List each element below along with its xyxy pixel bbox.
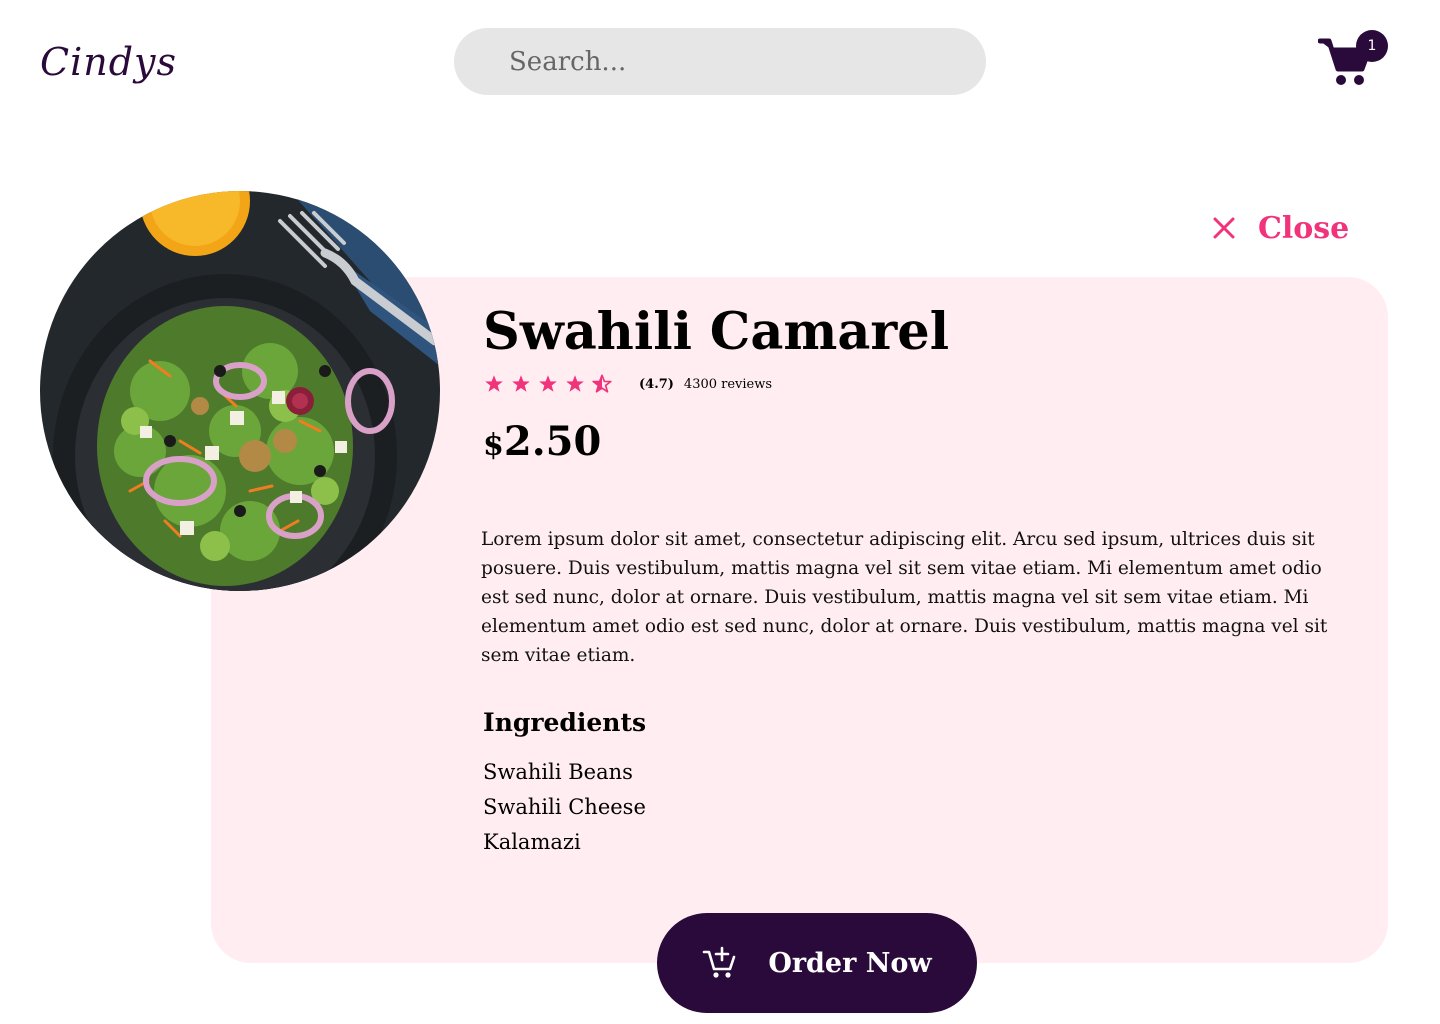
ingredient-item: Swahili Beans [483,760,633,784]
currency-symbol: $ [483,428,504,463]
review-count: 4300 reviews [683,376,773,392]
logo[interactable]: Cindys [40,40,177,84]
close-label: Close [1258,210,1350,246]
star-icon [566,375,584,392]
close-button[interactable]: Close [1212,208,1349,248]
star-icon [539,375,557,392]
search-input[interactable] [454,28,986,95]
add-to-cart-icon [703,946,736,978]
product-rating: (4.7) 4300 reviews [483,373,772,395]
cart-button[interactable]: 1 [1318,30,1390,90]
star-icon [512,375,530,392]
product-price: $2.50 [483,418,601,465]
price-value: 2.50 [503,418,602,465]
close-icon [1213,217,1235,239]
ingredients-heading: Ingredients [483,708,647,737]
star-rating [483,373,613,395]
order-now-label: Order Now [768,947,932,979]
salad-dish-image [40,191,440,591]
ingredient-item: Swahili Cheese [483,795,646,819]
half-star-icon [592,374,612,393]
ingredients-list: Swahili Beans Swahili Cheese Kalamazi [483,755,646,860]
rating-value: (4.7) [639,376,674,392]
ingredient-item: Kalamazi [483,830,581,854]
star-icon [485,375,503,392]
product-description: Lorem ipsum dolor sit amet, consectetur … [481,529,1328,666]
order-now-button[interactable]: Order Now [657,913,977,1013]
product-title: Swahili Camarel [483,302,950,362]
cart-count-badge: 1 [1356,30,1388,62]
